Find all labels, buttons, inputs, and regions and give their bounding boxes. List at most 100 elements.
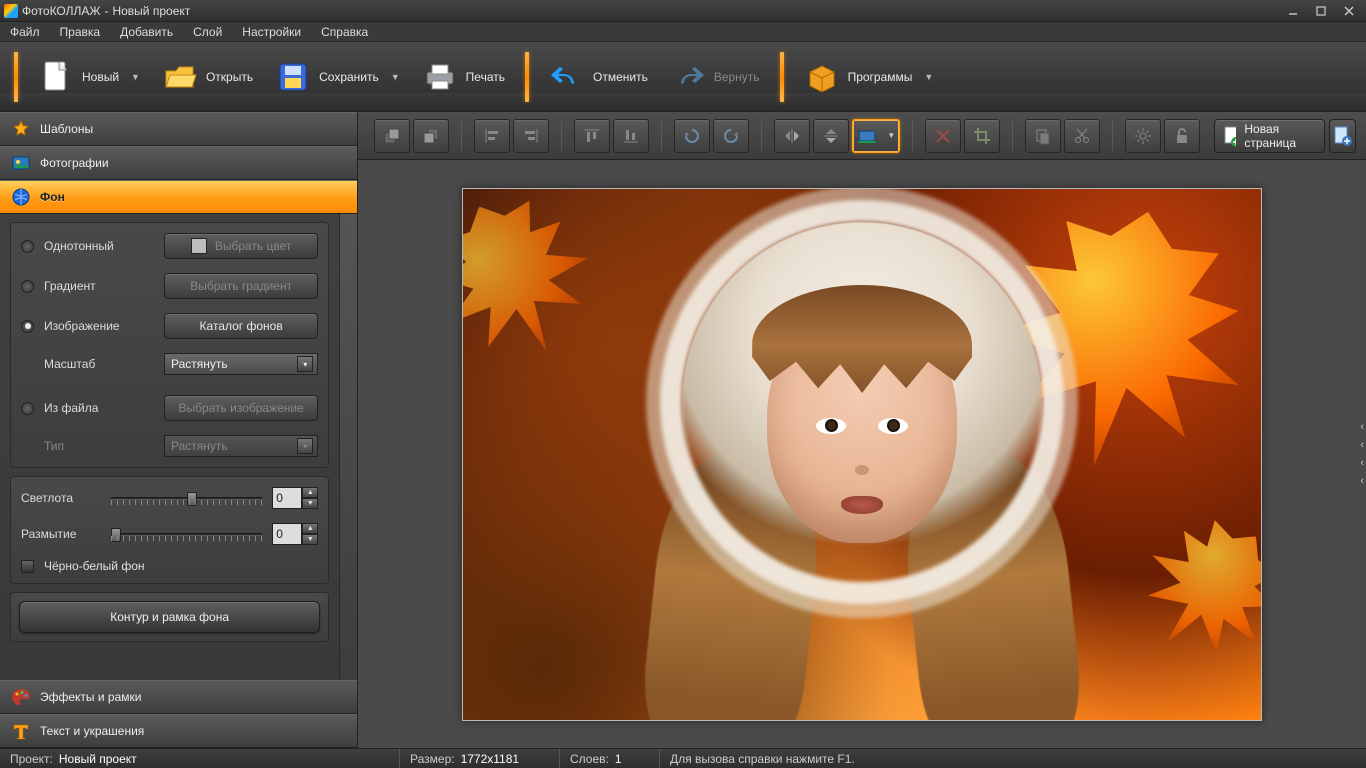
align-bottom-button[interactable] [613,119,649,153]
chevron-down-icon: ▼ [887,131,895,140]
document-name: Новый проект [112,4,190,18]
type-value: Растянуть [171,439,228,453]
color-swatch-icon [191,238,207,254]
menu-help[interactable]: Справка [311,23,378,41]
catalog-button[interactable]: Каталог фонов [164,313,318,339]
menu-layer[interactable]: Слой [183,23,232,41]
print-button[interactable]: Печать [414,55,513,99]
chevron-left-icon: ‹ [1360,475,1364,487]
pick-image-button[interactable]: Выбрать изображение [164,395,318,421]
toolbar-sep-icon [780,52,784,102]
send-back-button[interactable] [413,119,449,153]
redo-button[interactable]: Вернуть [662,55,768,99]
programs-button[interactable]: Программы ▼ [796,55,942,99]
blur-spin[interactable]: ▲▼ [272,523,318,545]
bg-outline-block: Контур и рамка фона [10,592,329,642]
globe-icon [10,186,32,208]
accordion-photos-label: Фотографии [40,156,109,170]
undo-label: Отменить [593,70,648,84]
right-edge-handles[interactable]: ‹ ‹ ‹ ‹ [1360,421,1364,487]
menu-edit[interactable]: Правка [50,23,111,41]
palette-icon [10,686,32,708]
app-logo-icon [4,4,18,18]
light-spin[interactable]: ▲▼ [272,487,318,509]
close-button[interactable] [1336,3,1362,19]
maximize-button[interactable] [1308,3,1334,19]
gradient-label: Градиент [44,279,154,293]
type-label: Тип [44,439,154,453]
outline-frame-label: Контур и рамка фона [110,610,229,624]
menu-add[interactable]: Добавить [110,23,183,41]
rotate-left-button[interactable] [674,119,710,153]
pick-color-button[interactable]: Выбрать цвет [164,233,318,259]
crop-button[interactable] [964,119,1000,153]
pick-image-label: Выбрать изображение [178,401,303,415]
align-right-button[interactable] [513,119,549,153]
chevron-down-icon: ▾ [297,356,313,372]
rotate-right-button[interactable] [713,119,749,153]
blur-input[interactable] [272,523,302,545]
chevron-left-icon: ‹ [1360,457,1364,469]
chevron-down-icon: ▾ [297,438,313,454]
new-page-button[interactable]: Новая страница [1214,119,1324,153]
chevron-left-icon: ‹ [1360,421,1364,433]
accordion-text[interactable]: Текст и украшения [0,714,357,748]
fit-canvas-button[interactable]: ▼ [852,119,900,153]
blur-slider[interactable] [111,523,262,545]
redo-icon [670,59,706,95]
align-left-button[interactable] [474,119,510,153]
accordion-effects[interactable]: Эффекты и рамки [0,680,357,714]
spin-down-icon[interactable]: ▼ [302,534,318,545]
page-settings-button[interactable] [1329,119,1356,153]
background-panel: Однотонный Выбрать цвет Градиент Выбрать… [0,214,357,680]
flip-v-button[interactable] [813,119,849,153]
radio-gradient[interactable] [21,280,34,293]
flip-h-button[interactable] [774,119,810,153]
radio-fromfile[interactable] [21,402,34,415]
toolbar-divider-icon [912,121,913,151]
spin-down-icon[interactable]: ▼ [302,498,318,509]
open-button[interactable]: Открыть [154,55,261,99]
spin-up-icon[interactable]: ▲ [302,487,318,498]
settings-button[interactable] [1125,119,1161,153]
box-icon [804,59,840,95]
chevron-down-icon: ▼ [924,72,933,82]
status-size-label: Размер: [410,752,455,766]
lock-button[interactable] [1164,119,1200,153]
canvas-area[interactable]: ‹ ‹ ‹ ‹ [358,160,1366,748]
pick-gradient-label: Выбрать градиент [190,279,292,293]
status-project-value: Новый проект [59,752,137,766]
menu-file[interactable]: Файл [0,23,50,41]
delete-button[interactable] [925,119,961,153]
bw-checkbox[interactable] [21,560,34,573]
menu-settings[interactable]: Настройки [232,23,311,41]
scrollbar[interactable] [339,214,357,680]
photo-icon [10,152,32,174]
light-input[interactable] [272,487,302,509]
accordion-templates[interactable]: Шаблоны [0,112,357,146]
new-button[interactable]: Новый ▼ [30,55,148,99]
titlebar: ФотоКОЛЛАЖ - Новый проект [0,0,1366,22]
spin-up-icon[interactable]: ▲ [302,523,318,534]
light-slider[interactable] [111,487,262,509]
bw-label: Чёрно-белый фон [44,559,145,573]
cut-button[interactable] [1064,119,1100,153]
redo-label: Вернуть [714,70,760,84]
scale-combo[interactable]: Растянуть ▾ [164,353,318,375]
save-button[interactable]: Сохранить ▼ [267,55,408,99]
programs-label: Программы [848,70,913,84]
type-combo[interactable]: Растянуть ▾ [164,435,318,457]
minimize-button[interactable] [1280,3,1306,19]
undo-button[interactable]: Отменить [541,55,656,99]
align-top-button[interactable] [574,119,610,153]
accordion-photos[interactable]: Фотографии [0,146,357,180]
outline-frame-button[interactable]: Контур и рамка фона [19,601,320,633]
copy-button[interactable] [1025,119,1061,153]
radio-image[interactable] [21,320,34,333]
accordion-background[interactable]: Фон [0,180,357,214]
canvas[interactable] [462,188,1262,721]
radio-solid[interactable] [21,240,34,253]
pick-gradient-button[interactable]: Выбрать градиент [164,273,318,299]
bring-front-button[interactable] [374,119,410,153]
toolbar-divider-icon [1012,121,1013,151]
